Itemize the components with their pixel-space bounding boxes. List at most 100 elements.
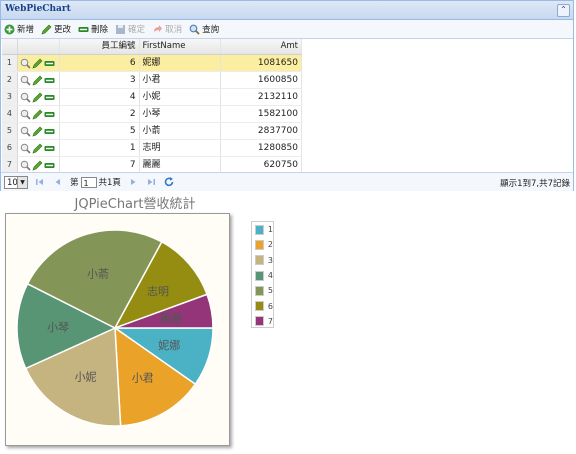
toolbar-button-label: 更改 — [54, 25, 72, 35]
cell-amt: 1280850 — [221, 140, 302, 156]
refresh-icon[interactable] — [163, 176, 175, 188]
toolbar-button-search[interactable]: 查詢 — [189, 23, 219, 35]
prev-page-icon[interactable] — [52, 176, 64, 188]
cell-employee-id: 2 — [60, 106, 140, 122]
cell-firstname: 小君 — [140, 72, 222, 88]
table-row[interactable]: 3 4 小妮 2132110 — [2, 89, 302, 106]
page-size-select[interactable]: 10 ▼ — [4, 175, 28, 189]
row-number: 6 — [2, 140, 18, 156]
legend-label: 7 — [267, 316, 273, 326]
header-employee-id[interactable]: 員工編號 — [60, 39, 140, 54]
pie-slice-label: 麗麗 — [160, 312, 182, 325]
edit-icon[interactable] — [32, 126, 43, 137]
row-actions — [18, 89, 60, 105]
delete-icon[interactable] — [44, 92, 55, 103]
row-number: 1 — [2, 55, 18, 71]
legend-item: 7 — [252, 314, 273, 329]
cell-amt: 620750 — [221, 157, 302, 173]
table-row[interactable]: 4 2 小琴 1582100 — [2, 106, 302, 123]
row-actions — [18, 72, 60, 88]
table-row[interactable]: 5 5 小萮 2837700 — [2, 123, 302, 140]
last-page-icon[interactable] — [145, 176, 157, 188]
view-icon[interactable] — [20, 58, 31, 69]
cell-amt: 1600850 — [221, 72, 302, 88]
first-page-icon[interactable] — [34, 176, 46, 188]
edit-icon[interactable] — [32, 109, 43, 120]
view-icon[interactable] — [20, 126, 31, 137]
row-number: 5 — [2, 123, 18, 139]
table-row[interactable]: 6 1 志明 1280850 — [2, 140, 302, 157]
edit-icon — [41, 24, 52, 35]
cell-firstname: 妮娜 — [140, 55, 222, 71]
delete-icon[interactable] — [44, 126, 55, 137]
cell-employee-id: 1 — [60, 140, 140, 156]
delete-icon[interactable] — [44, 109, 55, 120]
row-actions — [18, 140, 60, 156]
legend-swatch — [255, 316, 264, 327]
row-actions — [18, 55, 60, 71]
view-icon[interactable] — [20, 109, 31, 120]
pie-slice-label: 小萮 — [87, 267, 109, 281]
chart-title: JQPieChart營收統計 — [74, 197, 196, 212]
cell-firstname: 小萮 — [140, 123, 222, 139]
delete-icon[interactable] — [44, 75, 55, 86]
delete-icon[interactable] — [44, 160, 55, 171]
edit-icon[interactable] — [32, 143, 43, 154]
legend-swatch — [255, 239, 264, 250]
header-amt[interactable]: Amt — [221, 39, 302, 54]
page-input[interactable]: 1 — [80, 176, 97, 188]
search-icon — [189, 24, 200, 35]
pie-plot-area: 妮娜 小君 小妮 小琴 小萮 志明 麗麗 — [5, 213, 230, 446]
toolbar-button-edit[interactable]: 更改 — [41, 23, 71, 35]
legend-item: 2 — [252, 237, 273, 252]
table-row[interactable]: 1 6 妮娜 1081650 — [2, 55, 302, 72]
page-prefix: 第 — [70, 178, 79, 188]
row-number: 4 — [2, 106, 18, 122]
edit-icon[interactable] — [32, 58, 43, 69]
pager: 10 ▼ 第 1 共1頁 顯示1到7,共7記錄 — [1, 172, 573, 191]
edit-icon[interactable] — [32, 92, 43, 103]
cell-amt: 1081650 — [221, 55, 302, 71]
legend-item: 5 — [252, 283, 273, 298]
legend-label: 6 — [267, 301, 273, 311]
collapse-icon[interactable]: ⌃ — [557, 4, 570, 17]
legend-label: 4 — [267, 271, 273, 281]
pie-chart: 妮娜小君 小妮 小琴 小萮志明麗麗 — [16, 229, 214, 427]
toolbar-button-cancel: 取消 — [152, 23, 182, 35]
legend-item: 4 — [252, 268, 273, 283]
toolbar-button-delete[interactable]: 刪除 — [78, 23, 108, 35]
legend-label: 5 — [267, 286, 273, 296]
view-icon[interactable] — [20, 92, 31, 103]
legend-swatch — [255, 301, 264, 312]
pie-slice-label: 小君 — [132, 372, 154, 385]
toolbar: 新增 更改 刪除 確定 取消 查詢 — [1, 20, 573, 39]
cell-firstname: 小妮 — [140, 89, 222, 105]
edit-icon[interactable] — [32, 75, 43, 86]
toolbar-button-add[interactable]: 新增 — [4, 23, 34, 35]
edit-icon[interactable] — [32, 160, 43, 171]
delete-icon[interactable] — [44, 143, 55, 154]
next-page-icon[interactable] — [127, 176, 139, 188]
delete-icon[interactable] — [44, 58, 55, 69]
view-icon[interactable] — [20, 75, 31, 86]
cell-employee-id: 3 — [60, 72, 140, 88]
view-icon[interactable] — [20, 143, 31, 154]
add-icon — [4, 24, 15, 35]
legend-label: 2 — [267, 240, 273, 250]
view-icon[interactable] — [20, 160, 31, 171]
grid-header: 員工編號 FirstName Amt — [2, 39, 302, 55]
row-actions — [18, 157, 60, 173]
cell-amt: 2837700 — [221, 123, 302, 139]
delete-icon — [78, 24, 89, 35]
table-row[interactable]: 2 3 小君 1600850 — [2, 72, 302, 89]
cell-amt: 2132110 — [221, 89, 302, 105]
cell-employee-id: 4 — [60, 89, 140, 105]
chevron-down-icon: ▼ — [17, 176, 27, 188]
cell-employee-id: 7 — [60, 157, 140, 173]
pie-slice-label: 妮娜 — [158, 338, 180, 352]
header-rownum — [2, 39, 18, 54]
row-actions — [18, 106, 60, 122]
panel-title: WebPieChart — [5, 4, 71, 14]
header-firstname[interactable]: FirstName — [140, 39, 222, 54]
legend-swatch — [255, 255, 264, 266]
